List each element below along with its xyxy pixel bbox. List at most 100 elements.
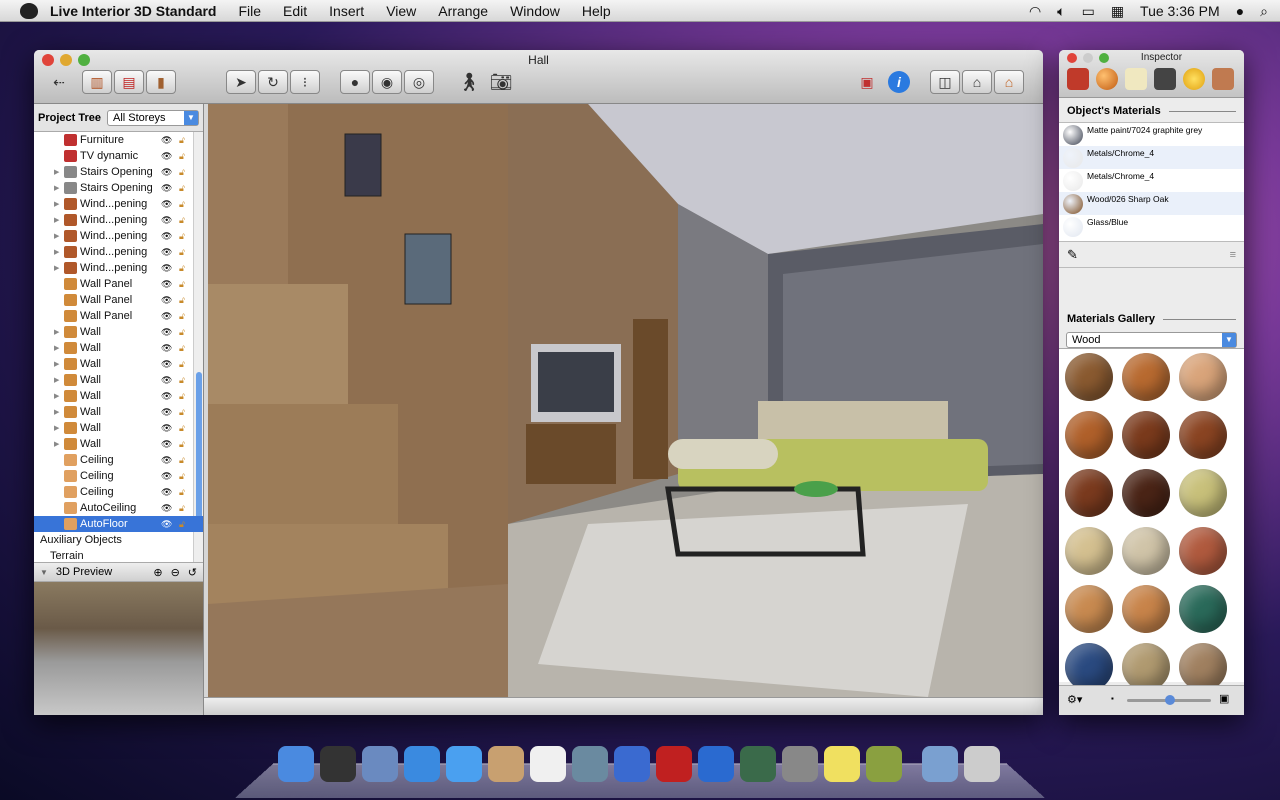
disclosure-triangle-icon[interactable]: ▶ <box>54 232 64 240</box>
gallery-swatch[interactable] <box>1122 585 1170 633</box>
light-tab-icon[interactable] <box>1183 68 1205 90</box>
tree-item[interactable]: Wall Panel 👁︎ 🔓︎ <box>34 292 203 308</box>
storey-select[interactable]: All Storeys ▼ <box>106 109 199 126</box>
select-tool-button[interactable]: ➤ <box>226 70 256 94</box>
lock-icon[interactable]: 🔓︎ <box>179 407 185 418</box>
disclosure-triangle-icon[interactable]: ▶ <box>54 424 64 432</box>
gallery-swatch[interactable] <box>1179 527 1227 575</box>
lock-icon[interactable]: 🔓︎ <box>179 279 185 290</box>
tree-item-auxiliary[interactable]: Auxiliary Objects <box>34 532 203 548</box>
disclosure-triangle-icon[interactable]: ▶ <box>54 360 64 368</box>
visibility-eye-icon[interactable]: 👁︎ <box>161 455 172 466</box>
material-item[interactable]: Metals/Chrome_4 <box>1059 146 1244 169</box>
visibility-eye-icon[interactable]: 👁︎ <box>161 183 172 194</box>
material-item[interactable]: Matte paint/7024 graphite grey <box>1059 123 1244 146</box>
menu-lines-icon[interactable]: ≡ <box>1230 249 1236 261</box>
menu-app[interactable]: Live Interior 3D Standard <box>50 3 216 19</box>
gear-icon[interactable]: ⚙︎▾ <box>1067 693 1082 706</box>
back-arrow-icon[interactable]: ⇠ <box>44 70 74 94</box>
library-button[interactable]: ▥ <box>82 70 112 94</box>
menu-insert[interactable]: Insert <box>329 3 364 19</box>
lock-icon[interactable]: 🔓︎ <box>179 311 185 322</box>
lock-icon[interactable]: 🔓︎ <box>179 263 185 274</box>
gallery-category-select[interactable]: Wood ▼ <box>1066 332 1237 348</box>
material-item[interactable]: Wood/026 Sharp Oak <box>1059 192 1244 215</box>
lock-icon[interactable]: 🔓︎ <box>179 519 185 530</box>
disclosure-triangle-icon[interactable]: ▶ <box>54 408 64 416</box>
address-book-dock-icon[interactable] <box>488 746 524 782</box>
lock-icon[interactable]: 🔓︎ <box>179 215 185 226</box>
gallery-swatch[interactable] <box>1179 643 1227 691</box>
gallery-swatch[interactable] <box>1179 585 1227 633</box>
lock-icon[interactable]: 🔓︎ <box>179 167 185 178</box>
tree-item[interactable]: ▶ Wall 👁︎ 🔓︎ <box>34 436 203 452</box>
gallery-swatch[interactable] <box>1065 527 1113 575</box>
apple-icon[interactable] <box>20 2 38 19</box>
visibility-eye-icon[interactable]: 👁︎ <box>161 279 172 290</box>
safari-dock-icon[interactable] <box>404 746 440 782</box>
gallery-swatch[interactable] <box>1122 469 1170 517</box>
iphoto-dock-icon[interactable] <box>572 746 608 782</box>
tree-item[interactable]: Wall Panel 👁︎ 🔓︎ <box>34 308 203 324</box>
tree-item-terrain[interactable]: Terrain <box>34 548 203 562</box>
visibility-eye-icon[interactable]: 👁︎ <box>161 295 172 306</box>
zoom-in-icon[interactable]: ⊕ <box>153 566 162 579</box>
menu-arrange[interactable]: Arrange <box>438 3 488 19</box>
tree-item[interactable]: TV dynamic 👁︎ 🔓︎ <box>34 148 203 164</box>
lock-icon[interactable]: 🔓︎ <box>179 439 185 450</box>
material-item[interactable]: Glass/Blue <box>1059 215 1244 238</box>
3d-viewport[interactable] <box>208 104 1043 697</box>
building-tab-icon[interactable] <box>1212 68 1234 90</box>
time-machine-dock-icon[interactable] <box>740 746 776 782</box>
3d-preview-image[interactable] <box>34 582 203 715</box>
walk-person-icon[interactable]: 🚶︎ <box>454 70 484 94</box>
gallery-swatch[interactable] <box>1122 643 1170 691</box>
tree-item[interactable]: ▶ Stairs Opening 👁︎ 🔓︎ <box>34 164 203 180</box>
system-preferences-dock-icon[interactable] <box>782 746 818 782</box>
tree-item[interactable]: ▶ Wind...pening 👁︎ 🔓︎ <box>34 228 203 244</box>
visibility-eye-icon[interactable]: 👁︎ <box>161 135 172 146</box>
gallery-swatch[interactable] <box>1179 411 1227 459</box>
render-low-button[interactable]: ● <box>340 70 370 94</box>
spotlight-icon[interactable]: ⌕ <box>1260 3 1268 20</box>
menu-help[interactable]: Help <box>582 3 611 19</box>
disclosure-triangle-icon[interactable]: ▶ <box>54 376 64 384</box>
disclosure-triangle-icon[interactable]: ▶ <box>54 392 64 400</box>
lock-icon[interactable]: 🔓︎ <box>179 151 185 162</box>
lock-icon[interactable]: 🔓︎ <box>179 375 185 386</box>
properties-button[interactable]: ▮ <box>146 70 176 94</box>
lock-icon[interactable]: 🔓︎ <box>179 183 185 194</box>
menu-file[interactable]: File <box>238 3 261 19</box>
visibility-eye-icon[interactable]: 👁︎ <box>161 231 172 242</box>
disclosure-triangle-icon[interactable]: ▶ <box>54 200 64 208</box>
view-2d-button[interactable]: ◫ <box>930 70 960 94</box>
itunes-dock-icon[interactable] <box>614 746 650 782</box>
camera-icon[interactable]: 📷︎ <box>486 70 516 94</box>
visibility-eye-icon[interactable]: 👁︎ <box>161 327 172 338</box>
visibility-eye-icon[interactable]: 👁︎ <box>161 439 172 450</box>
visibility-eye-icon[interactable]: 👁︎ <box>161 311 172 322</box>
visibility-eye-icon[interactable]: 👁︎ <box>161 487 172 498</box>
lock-icon[interactable]: 🔓︎ <box>179 423 185 434</box>
ichat-dock-icon[interactable] <box>446 746 482 782</box>
tree-item[interactable]: ▶ Wall 👁︎ 🔓︎ <box>34 388 203 404</box>
tree-item[interactable]: ▶ Wall 👁︎ 🔓︎ <box>34 324 203 340</box>
disclosure-triangle-icon[interactable]: ▶ <box>54 328 64 336</box>
tree-item[interactable]: ▶ Wind...pening 👁︎ 🔓︎ <box>34 196 203 212</box>
tree-item[interactable]: Wall Panel 👁︎ 🔓︎ <box>34 276 203 292</box>
dashboard-dock-icon[interactable] <box>320 746 356 782</box>
material-item[interactable]: Metals/Chrome_4 <box>1059 169 1244 192</box>
visibility-eye-icon[interactable]: 👁︎ <box>161 519 172 530</box>
lock-icon[interactable]: 🔓︎ <box>179 295 185 306</box>
view-split-button[interactable]: ⌂ <box>962 70 992 94</box>
gallery-swatch[interactable] <box>1122 353 1170 401</box>
visibility-eye-icon[interactable]: 👁︎ <box>161 503 172 514</box>
disclosure-triangle-icon[interactable]: ▶ <box>54 216 64 224</box>
menu-edit[interactable]: Edit <box>283 3 307 19</box>
swatch-size-slider[interactable] <box>1127 695 1211 705</box>
stickies-dock-icon[interactable] <box>824 746 860 782</box>
collapse-triangle-icon[interactable]: ▼ <box>40 568 48 577</box>
applications-folder-dock-icon[interactable] <box>922 746 958 782</box>
disclosure-triangle-icon[interactable]: ▶ <box>54 248 64 256</box>
lock-icon[interactable]: 🔓︎ <box>179 231 185 242</box>
